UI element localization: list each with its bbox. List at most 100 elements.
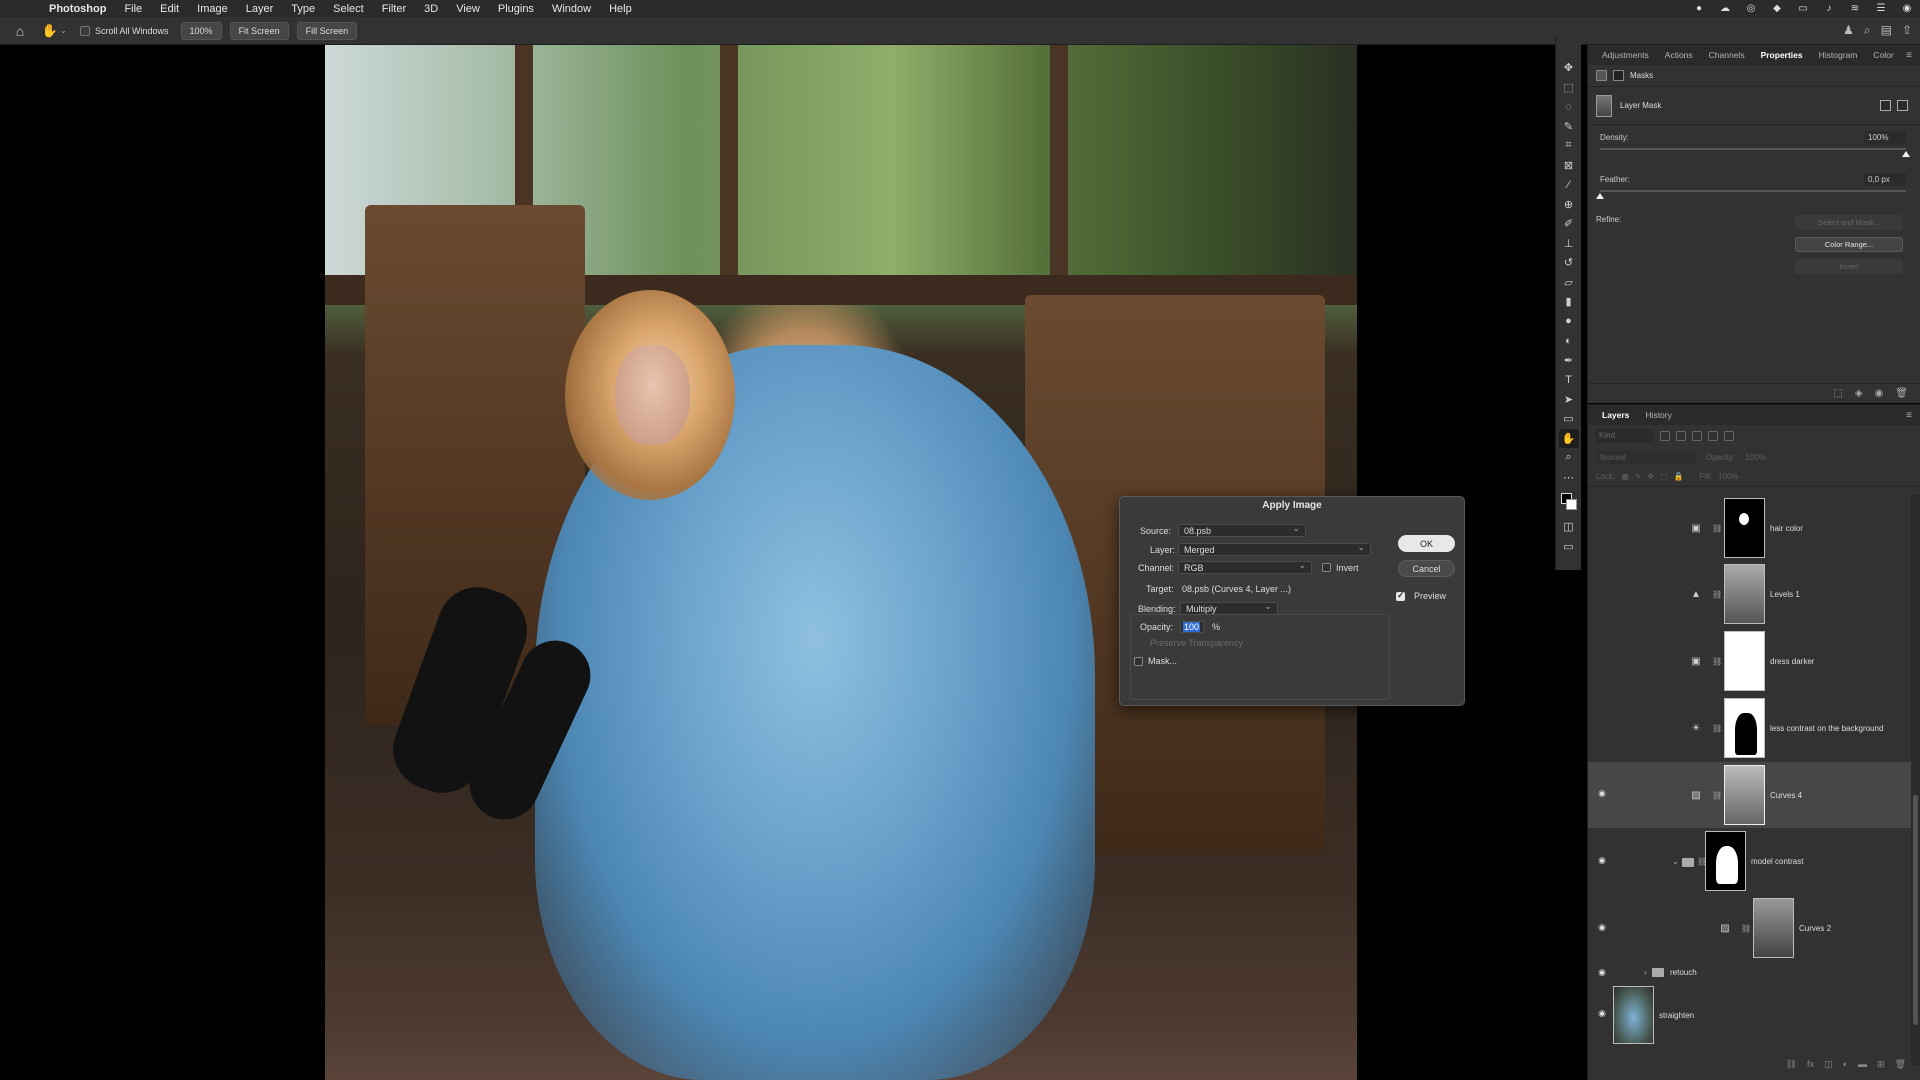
tab-actions[interactable]: Actions [1657,50,1701,60]
crop-tool-icon[interactable]: ⌗ [1559,136,1579,156]
frame-tool-icon[interactable]: ⊠ [1559,156,1579,176]
eyedropper-tool-icon[interactable]: ⁄ [1559,175,1579,195]
stamp-tool-icon[interactable]: ⊥ [1559,234,1579,254]
kind-filter-dropdown[interactable]: Kind [1596,429,1654,443]
add-pixel-mask-icon[interactable] [1880,100,1891,111]
menu-photoshop[interactable]: Photoshop [40,3,115,15]
layer-name[interactable]: straighten [1659,1011,1694,1020]
layer-row-retouch[interactable]: ◉ › retouch [1588,962,1912,982]
menu-view[interactable]: View [447,3,489,15]
quick-mask-icon[interactable]: ◫ [1559,517,1579,537]
zoom-tool-icon[interactable]: ⌕ [1559,448,1579,468]
background-color-swatch[interactable] [1565,499,1577,510]
brush-tool-icon[interactable]: ✐ [1559,214,1579,234]
source-dropdown[interactable]: 08.psb [1178,523,1306,537]
layer-mask-thumbnail[interactable] [1724,498,1765,558]
sync-icon[interactable]: ◎ [1744,3,1758,15]
more-tools-icon[interactable]: ⋯ [1559,468,1579,488]
layer-image-thumbnail[interactable] [1613,986,1654,1044]
layer-row-model-contrast[interactable]: ◉ ⌄ ⛓ model contrast [1588,828,1912,895]
link-icon[interactable]: ⛓ [1712,590,1722,599]
load-selection-icon[interactable]: ⬚ [1833,388,1842,399]
layer-name[interactable]: model contrast [1751,857,1803,866]
layer-row-less-contrast[interactable]: ☀ ⛓ less contrast on the background [1588,695,1912,762]
pixel-mask-icon[interactable] [1596,70,1607,81]
menu-3d[interactable]: 3D [415,3,447,15]
fill-screen-button[interactable]: Fill Screen [296,21,358,40]
layer-dropdown[interactable]: Merged [1178,542,1371,556]
layer-row-levels-1[interactable]: ▲ ⛓ Levels 1 [1588,561,1912,628]
tab-color[interactable]: Color [1865,50,1901,60]
search-icon[interactable]: ⌕ [1864,23,1871,38]
lock-pixels-icon[interactable]: ▦ [1621,472,1629,481]
hand-tool-icon[interactable]: ✋ [40,23,60,39]
blend-mode-dropdown[interactable]: Normal [1596,450,1696,464]
layer-name[interactable]: Curves 4 [1770,791,1802,800]
density-slider[interactable]: Density: 100% [1588,125,1920,167]
density-knob[interactable] [1902,151,1910,157]
trash-icon[interactable]: 🗑 [1895,1059,1906,1070]
record-icon[interactable]: ● [1692,3,1706,15]
scrollbar-thumb[interactable] [1913,795,1918,1025]
link-icon[interactable]: ⛓ [1712,524,1722,533]
display-icon[interactable]: ▭ [1796,3,1810,15]
invert-button[interactable]: Invert [1795,259,1903,274]
pen-tool-icon[interactable]: ✒ [1559,351,1579,371]
layer-row-dress-darker[interactable]: ▣ ⛓ dress darker [1588,628,1912,695]
volume-icon[interactable]: ♪ [1822,3,1836,15]
workspace-icon[interactable]: ▤ [1881,23,1892,38]
menu-window[interactable]: Window [543,3,600,15]
layer-name[interactable]: Levels 1 [1770,590,1800,599]
new-group-icon[interactable]: ▬ [1858,1059,1867,1069]
color-swatches[interactable] [1559,491,1579,513]
layer-mask-thumbnail[interactable] [1705,831,1746,891]
layer-mask-thumbnail[interactable] [1724,698,1765,758]
link-icon[interactable]: ⛓ [1712,791,1722,800]
menu-file[interactable]: File [115,3,151,15]
opacity-value[interactable]: 100% [1745,453,1765,462]
opacity-input[interactable]: 100 [1180,621,1204,633]
shape-filter-icon[interactable] [1708,431,1718,441]
feather-value[interactable]: 0,0 px [1864,173,1906,186]
lasso-tool-icon[interactable]: ◌ [1559,97,1579,117]
tab-channels[interactable]: Channels [1701,50,1753,60]
fit-screen-button[interactable]: Fit Screen [229,21,289,40]
preview-checkbox[interactable] [1396,590,1405,601]
fx-icon[interactable]: fx [1807,1059,1814,1069]
gradient-tool-icon[interactable]: ▮ [1559,292,1579,312]
layer-row-hair-color[interactable]: ▣ ⛓ hair color [1588,495,1912,561]
menu-help[interactable]: Help [600,3,641,15]
layer-name[interactable]: dress darker [1770,657,1814,666]
chevron-right-icon[interactable]: › [1644,968,1647,977]
layer-mask-thumbnail[interactable] [1724,631,1765,691]
feather-knob[interactable] [1596,193,1604,199]
hand-tool-icon[interactable]: ✋ [1558,428,1579,448]
rectangle-tool-icon[interactable]: ▭ [1559,409,1579,429]
tab-properties[interactable]: Properties [1753,50,1811,60]
eye-icon[interactable]: ◉ [1596,967,1608,978]
layer-row-curves-4[interactable]: ◉ ▨ ⛓ Curves 4 [1588,762,1912,828]
menu-type[interactable]: Type [282,3,324,15]
menu-select[interactable]: Select [324,3,373,15]
share-icon[interactable]: ⇧ [1902,23,1912,38]
chevron-down-icon[interactable]: ⌄ [60,26,74,35]
new-layer-icon[interactable]: ⊞ [1877,1059,1885,1070]
select-and-mask-button[interactable]: Select and Mask... [1795,215,1903,230]
healing-tool-icon[interactable]: ⊕ [1559,195,1579,215]
eye-icon[interactable]: ◉ [1596,855,1608,866]
checkbox-box[interactable] [80,25,90,36]
feather-track[interactable] [1600,190,1906,192]
trash-icon[interactable]: 🗑 [1895,388,1908,399]
eraser-tool-icon[interactable]: ▱ [1559,273,1579,293]
smart-object-filter-icon[interactable] [1724,431,1734,441]
apply-mask-icon[interactable]: ◈ [1855,388,1863,399]
creative-cloud-icon[interactable]: ☁ [1718,3,1732,15]
lock-all-icon[interactable]: 🔒 [1674,472,1684,481]
density-value[interactable]: 100% [1864,131,1906,144]
layer-name[interactable]: less contrast on the background [1770,724,1883,733]
eye-icon[interactable]: ◉ [1596,922,1608,933]
menu-plugins[interactable]: Plugins [489,3,543,15]
marquee-tool-icon[interactable]: ⬚ [1559,78,1579,98]
quick-select-tool-icon[interactable]: ✎ [1559,117,1579,137]
screen-mode-icon[interactable]: ▭ [1559,537,1579,557]
